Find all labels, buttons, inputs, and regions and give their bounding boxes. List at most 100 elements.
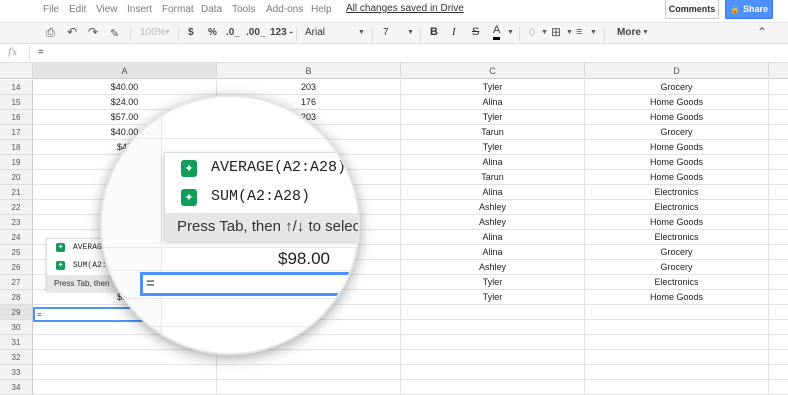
row-header[interactable]: 27 [0, 275, 33, 290]
cell-d19[interactable]: Home Goods [585, 155, 769, 170]
fill-color-dropdown-icon[interactable]: ▼ [541, 29, 548, 36]
save-status[interactable]: All changes saved in Drive [346, 3, 464, 14]
cell-d22[interactable]: Electronics [585, 200, 769, 215]
zoom-select[interactable]: 100% [140, 27, 166, 38]
select-all-corner[interactable] [0, 63, 33, 79]
zoom-dropdown-icon[interactable]: ▼ [164, 29, 171, 36]
cell-d15[interactable]: Home Goods [585, 95, 769, 110]
italic-button[interactable]: I [452, 26, 456, 38]
cell-d31[interactable] [585, 335, 769, 350]
menu-help[interactable]: Help [311, 4, 332, 15]
column-header-a[interactable]: A [33, 63, 217, 79]
decrease-decimal-button[interactable]: .0_ [226, 27, 240, 38]
row-header[interactable]: 19 [0, 155, 33, 170]
cell-c30[interactable] [401, 320, 585, 335]
menu-insert[interactable]: Insert [127, 4, 152, 15]
more-dropdown-icon[interactable]: ▼ [642, 29, 649, 36]
row-header[interactable]: 14 [0, 80, 33, 95]
row-header[interactable]: 33 [0, 365, 33, 380]
row-header[interactable]: 32 [0, 350, 33, 365]
cell-b33[interactable] [217, 365, 401, 380]
cell-c17[interactable]: Tarun [401, 125, 585, 140]
borders-dropdown-icon[interactable]: ▼ [566, 29, 573, 36]
text-color-button[interactable]: A [493, 24, 501, 40]
cell-d26[interactable]: Grocery [585, 260, 769, 275]
cell-d30[interactable] [585, 320, 769, 335]
row-header[interactable]: 23 [0, 215, 33, 230]
row-header[interactable]: 16 [0, 110, 33, 125]
cell-a33[interactable] [33, 365, 217, 380]
fill-color-icon[interactable]: ♢ [527, 26, 537, 39]
more-button[interactable]: More [617, 27, 641, 38]
cell-d25[interactable]: Grocery [585, 245, 769, 260]
font-dropdown-icon[interactable]: ▼ [358, 29, 365, 36]
cell-a34[interactable] [33, 380, 217, 395]
cell-b34[interactable] [217, 380, 401, 395]
row-header[interactable]: 15 [0, 95, 33, 110]
row-header[interactable]: 17 [0, 125, 33, 140]
cell-c18[interactable]: Tyler [401, 140, 585, 155]
cell-c23[interactable]: Ashley [401, 215, 585, 230]
cell-c29[interactable] [401, 305, 585, 320]
row-header[interactable]: 34 [0, 380, 33, 395]
cell-c26[interactable]: Ashley [401, 260, 585, 275]
row-header[interactable]: 22 [0, 200, 33, 215]
cell-d17[interactable]: Grocery [585, 125, 769, 140]
percent-format-button[interactable]: % [208, 27, 217, 38]
comments-button[interactable]: Comments [665, 0, 719, 19]
number-format-select[interactable]: 123 - [270, 27, 293, 38]
font-size-dropdown-icon[interactable]: ▼ [407, 29, 414, 36]
paint-format-icon[interactable]: ✎ [110, 27, 119, 40]
cell-d27[interactable]: Electronics [585, 275, 769, 290]
cell-c21[interactable]: Alina [401, 185, 585, 200]
collapse-chevron-icon[interactable]: ⌃ [757, 25, 767, 39]
magnified-active-cell[interactable]: = [140, 272, 354, 296]
column-header-d[interactable]: D [585, 63, 769, 79]
cell-d21[interactable]: Electronics [585, 185, 769, 200]
formula-input[interactable]: = [38, 47, 44, 58]
menu-view[interactable]: View [96, 4, 118, 15]
column-header-c[interactable]: C [401, 63, 585, 79]
cell-d33[interactable] [585, 365, 769, 380]
cell-c15[interactable]: Alina [401, 95, 585, 110]
menu-data[interactable]: Data [201, 4, 222, 15]
magnified-suggestion-sum[interactable]: ✦ SUM(A2:A28) [165, 182, 358, 212]
align-dropdown-icon[interactable]: ▼ [590, 29, 597, 36]
cell-d29[interactable] [585, 305, 769, 320]
cell-d20[interactable]: Home Goods [585, 170, 769, 185]
cell-d32[interactable] [585, 350, 769, 365]
row-header[interactable]: 30 [0, 320, 33, 335]
font-select[interactable]: Arial [305, 27, 325, 38]
row-header[interactable]: 26 [0, 260, 33, 275]
redo-icon[interactable]: ↷ [88, 25, 98, 39]
cell-c33[interactable] [401, 365, 585, 380]
column-header-b[interactable]: B [217, 63, 401, 79]
cell-c34[interactable] [401, 380, 585, 395]
bold-button[interactable]: B [430, 26, 438, 38]
borders-icon[interactable]: ⊞ [551, 25, 561, 39]
magnified-suggestion-average[interactable]: ✦ AVERAGE(A2:A28) [165, 153, 358, 183]
cell-d34[interactable] [585, 380, 769, 395]
row-header[interactable]: 24 [0, 230, 33, 245]
cell-c24[interactable]: Alina [401, 230, 585, 245]
cell-d23[interactable]: Home Goods [585, 215, 769, 230]
currency-format-button[interactable]: $ [188, 27, 194, 38]
cell-d24[interactable]: Electronics [585, 230, 769, 245]
cell-c27[interactable]: Tyler [401, 275, 585, 290]
strikethrough-button[interactable]: S [472, 26, 479, 38]
row-header[interactable]: 29 [0, 305, 33, 320]
row-header[interactable]: 20 [0, 170, 33, 185]
increase-decimal-button[interactable]: .00_ [246, 27, 265, 38]
row-header[interactable]: 21 [0, 185, 33, 200]
cell-d18[interactable]: Home Goods [585, 140, 769, 155]
print-icon[interactable]: ⎙ [46, 27, 55, 40]
font-size-select[interactable]: 7 [383, 27, 389, 38]
menu-format[interactable]: Format [162, 4, 194, 15]
menu-tools[interactable]: Tools [232, 4, 255, 15]
cell-c25[interactable]: Alina [401, 245, 585, 260]
row-header[interactable]: 31 [0, 335, 33, 350]
align-icon[interactable]: ≡ [576, 26, 582, 38]
row-header[interactable]: 18 [0, 140, 33, 155]
undo-icon[interactable]: ↶ [67, 25, 77, 39]
cell-c32[interactable] [401, 350, 585, 365]
